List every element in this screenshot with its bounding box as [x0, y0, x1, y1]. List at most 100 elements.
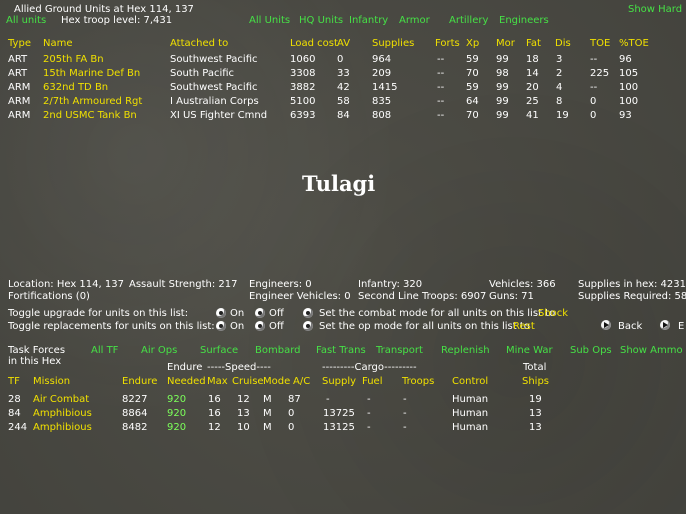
tf-mission[interactable]: Amphibious — [33, 408, 92, 420]
tf-mode: M — [263, 394, 272, 405]
tf-control: Human — [452, 408, 489, 419]
tf-filter-transport[interactable]: Transport — [376, 345, 423, 357]
unit-type: ARM — [8, 96, 31, 107]
upgrade-on-label[interactable]: On — [230, 308, 244, 320]
unit-attached: I Australian Corps — [170, 96, 259, 107]
filter-all-units[interactable]: All Units — [249, 15, 290, 27]
tf-filter-bombard[interactable]: Bombard — [255, 345, 300, 357]
unit-forts: -- — [437, 68, 445, 79]
col-av[interactable]: AV — [337, 38, 350, 50]
upgrade-off-radio-icon[interactable] — [255, 308, 265, 318]
tf-col-supply[interactable]: Supply — [322, 376, 356, 388]
tf-filter-surface[interactable]: Surface — [200, 345, 238, 357]
show-hard-button[interactable]: Show Hard — [628, 4, 682, 16]
tf-max: 16 — [208, 394, 221, 405]
unit-name[interactable]: 2/7th Armoured Rgt — [43, 96, 142, 108]
back-button[interactable]: Back — [618, 321, 642, 333]
filter-artillery[interactable]: Artillery — [449, 15, 488, 27]
tf-col-max[interactable]: Max — [207, 376, 228, 388]
tf-mode: M — [263, 408, 272, 419]
exit-button-partial[interactable]: E — [678, 321, 684, 333]
op-mode-label: Set the op mode for all units on this li… — [319, 321, 530, 332]
col-xp[interactable]: Xp — [466, 38, 479, 50]
tf-filter-sub-ops[interactable]: Sub Ops — [570, 345, 612, 357]
col-dis[interactable]: Dis — [555, 38, 571, 50]
tf-col-ships[interactable]: Ships — [522, 376, 549, 388]
filter-hq-units[interactable]: HQ Units — [299, 15, 343, 27]
unit-av: 33 — [337, 68, 350, 79]
info-infantry: Infantry: 320 — [358, 279, 423, 290]
tf-col-mode[interactable]: Mode — [263, 376, 290, 388]
tf-col-troops[interactable]: Troops — [402, 376, 434, 388]
col-pct-toe[interactable]: %TOE — [619, 38, 649, 50]
tf-header-endure: Endure — [167, 362, 203, 373]
col-supplies[interactable]: Supplies — [372, 38, 414, 50]
op-mode-value[interactable]: Rest — [513, 321, 535, 333]
tf-col-mission[interactable]: Mission — [33, 376, 70, 388]
unit-supplies: 808 — [372, 110, 392, 121]
col-type[interactable]: Type — [8, 38, 31, 50]
col-fat[interactable]: Fat — [526, 38, 541, 50]
info-supplies-required: Supplies Required: 583 — [578, 291, 686, 302]
tf-col-needed[interactable]: Needed — [167, 376, 206, 388]
tf-col-fuel[interactable]: Fuel — [362, 376, 382, 388]
tf-col-control[interactable]: Control — [452, 376, 488, 388]
replacements-off-label[interactable]: Off — [269, 321, 284, 333]
col-name[interactable]: Name — [43, 38, 73, 50]
tf-control: Human — [452, 394, 489, 405]
upgrade-off-label[interactable]: Off — [269, 308, 284, 320]
tf-col-ac[interactable]: A/C — [293, 376, 310, 388]
col-attached[interactable]: Attached to — [170, 38, 228, 50]
unit-name[interactable]: 15th Marine Def Bn — [43, 68, 140, 80]
unit-pct-toe: 93 — [619, 110, 632, 121]
tf-col-tf[interactable]: TF — [8, 376, 20, 388]
tf-troops: - — [403, 422, 407, 433]
tf-filter-replenish[interactable]: Replenish — [441, 345, 490, 357]
unit-attached: XI US Fighter Cmnd — [170, 110, 268, 121]
col-mor[interactable]: Mor — [496, 38, 515, 50]
col-forts[interactable]: Forts — [435, 38, 460, 50]
tf-control: Human — [452, 422, 489, 433]
tf-ac: 87 — [288, 394, 301, 405]
all-units-button[interactable]: All units — [6, 15, 46, 27]
tf-filter-mine-war[interactable]: Mine War — [506, 345, 553, 357]
tf-col-endure[interactable]: Endure — [122, 376, 157, 388]
tf-filter-show-ammo[interactable]: Show Ammo — [620, 345, 683, 357]
filter-infantry[interactable]: Infantry — [349, 15, 388, 27]
combat-mode-value[interactable]: Shock — [538, 308, 568, 320]
unit-av: 0 — [337, 54, 344, 65]
unit-fat: 41 — [526, 110, 539, 121]
replacements-off-radio-icon[interactable] — [255, 321, 265, 331]
unit-pct-toe: 100 — [619, 82, 639, 93]
tf-mission[interactable]: Amphibious — [33, 422, 92, 434]
tf-cruise: 13 — [237, 408, 250, 419]
unit-name[interactable]: 205th FA Bn — [43, 54, 104, 66]
unit-name[interactable]: 2nd USMC Tank Bn — [43, 110, 137, 122]
tf-filter-all[interactable]: All TF — [91, 345, 118, 357]
op-mode-radio-icon[interactable] — [303, 321, 313, 331]
replacements-on-label[interactable]: On — [230, 321, 244, 333]
tf-filter-air-ops[interactable]: Air Ops — [141, 345, 177, 357]
tf-mission[interactable]: Air Combat — [33, 394, 89, 406]
upgrade-on-radio-icon[interactable] — [216, 308, 226, 318]
tf-mode: M — [263, 422, 272, 433]
tf-col-cruise[interactable]: Cruise — [232, 376, 264, 388]
unit-type: ARM — [8, 82, 31, 93]
unit-name[interactable]: 632nd TD Bn — [43, 82, 108, 94]
tf-supply: - — [326, 394, 330, 405]
col-toe[interactable]: TOE — [590, 38, 610, 50]
unit-pct-toe: 100 — [619, 96, 639, 107]
exit-arrow-icon[interactable] — [660, 320, 670, 330]
tf-filter-fast-trans[interactable]: Fast Trans — [316, 345, 366, 357]
back-arrow-icon[interactable] — [601, 320, 611, 330]
combat-mode-radio-icon[interactable] — [303, 308, 313, 318]
info-second-line-troops: Second Line Troops: 6907 — [358, 291, 487, 302]
tf-id: 244 — [8, 422, 28, 433]
unit-xp: 64 — [466, 96, 479, 107]
unit-mor: 99 — [496, 110, 509, 121]
unit-dis: 3 — [556, 54, 563, 65]
filter-armor[interactable]: Armor — [399, 15, 430, 27]
col-load-cost[interactable]: Load cost — [290, 38, 338, 50]
replacements-on-radio-icon[interactable] — [216, 321, 226, 331]
filter-engineers[interactable]: Engineers — [499, 15, 549, 27]
